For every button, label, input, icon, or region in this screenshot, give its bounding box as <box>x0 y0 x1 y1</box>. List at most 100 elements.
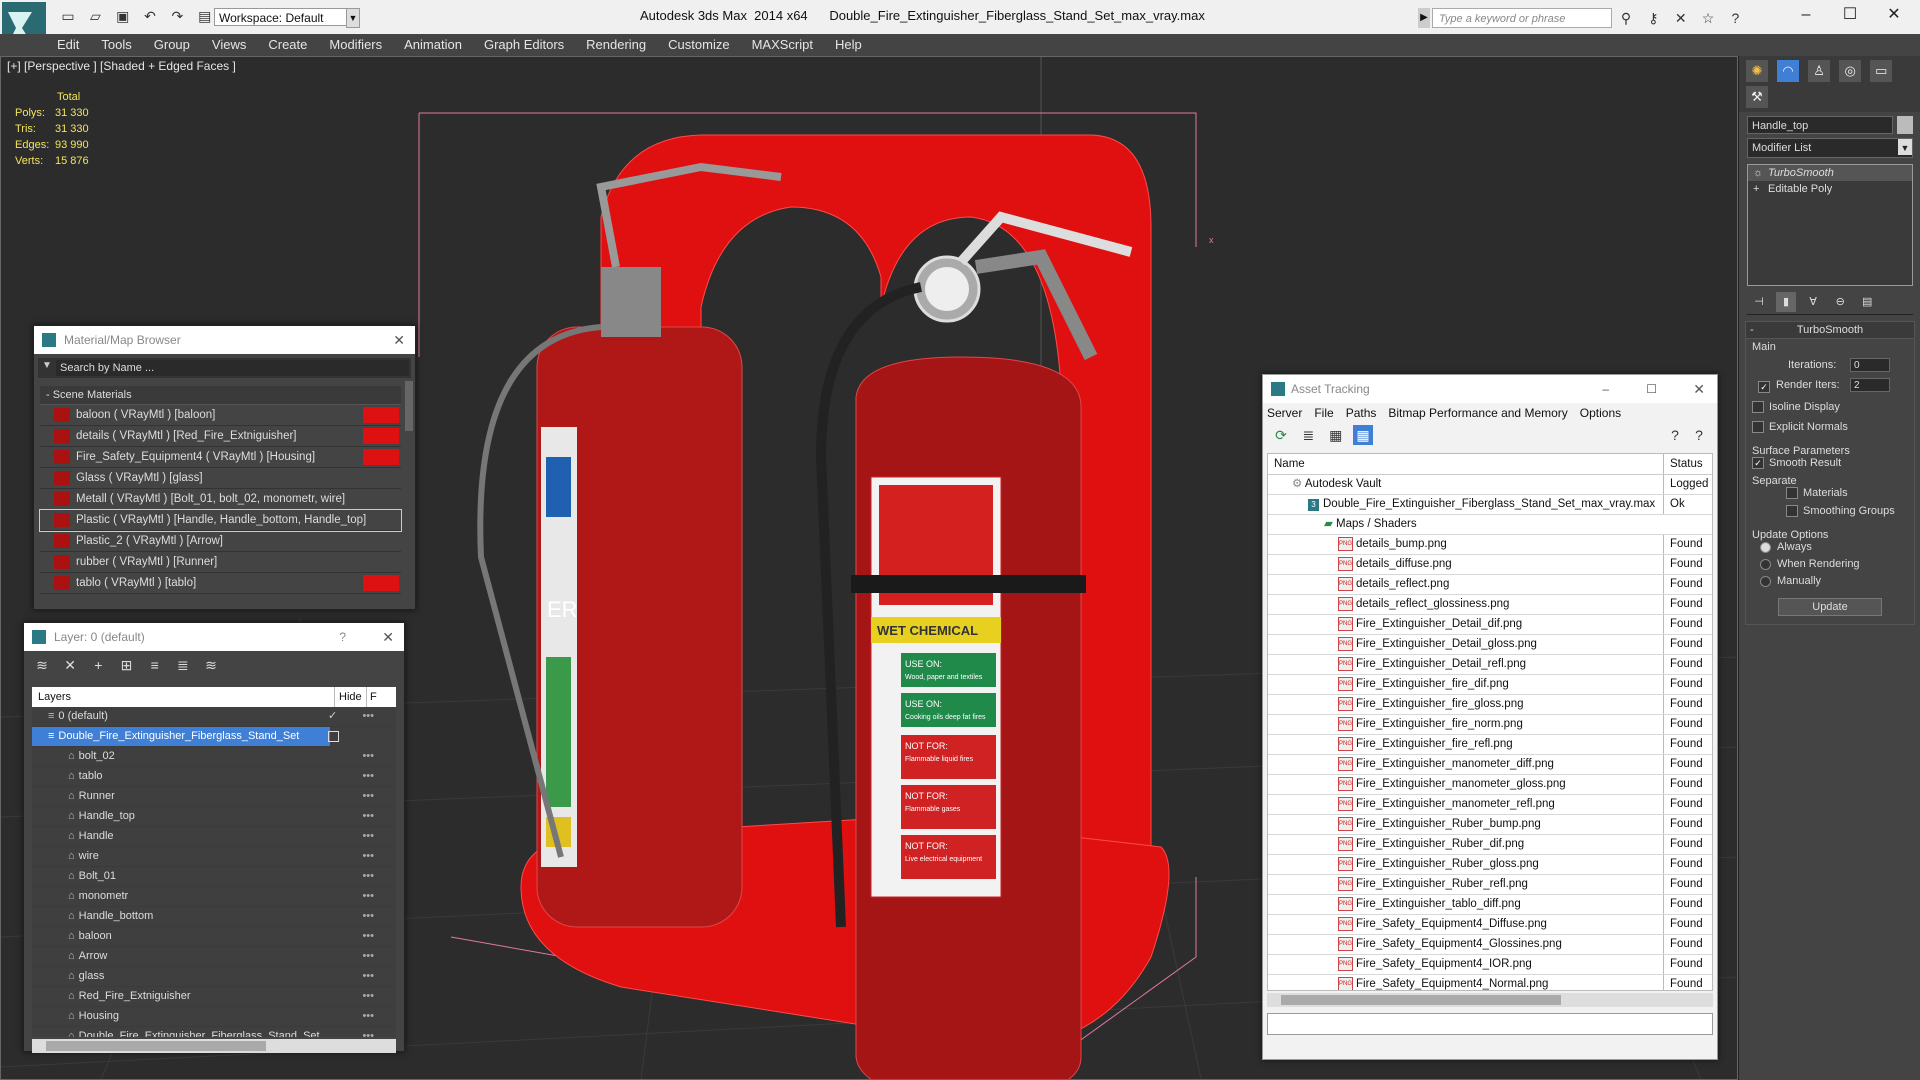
refresh-icon[interactable]: ⟳ <box>1271 425 1291 445</box>
iterations-spinner[interactable]: 0 <box>1850 358 1890 372</box>
menu-rendering[interactable]: Rendering <box>575 34 657 55</box>
hierarchy-tab-icon[interactable]: ♙ <box>1808 60 1831 82</box>
show-end-result-icon[interactable]: ▮ <box>1776 292 1797 312</box>
close-icon[interactable]: ✕ <box>1693 375 1705 403</box>
save-icon[interactable]: ▣ <box>113 6 133 26</box>
layer-object-row[interactable]: ⌂ Double_Fire_Extinguisher_Fiberglass_Sta… <box>32 1027 396 1037</box>
material-row[interactable]: Metall ( VRayMtl ) [Bolt_01, bolt_02, mo… <box>40 489 401 510</box>
asset-menu-server[interactable]: Server <box>1267 406 1302 420</box>
create-layer-icon[interactable]: + <box>88 655 108 675</box>
table-view-icon[interactable]: ▦ <box>1326 425 1346 445</box>
asset-row-vault[interactable]: ⚙ Autodesk Vault Logged C <box>1268 475 1712 495</box>
material-search-input[interactable]: Search by Name ... <box>56 360 409 376</box>
checkmark-icon[interactable]: ✓ <box>328 707 337 726</box>
hide-toggle[interactable]: ••• <box>362 1007 374 1026</box>
smooth-result-row[interactable]: ✓ Smooth Result <box>1752 457 1908 475</box>
asset-file-row[interactable]: PNG details_reflect_glossiness.png Found <box>1268 595 1712 615</box>
layer-hscrollbar[interactable] <box>32 1039 396 1053</box>
list-view-icon[interactable]: ≣ <box>1298 425 1318 445</box>
asset-file-row[interactable]: PNG Fire_Extinguisher_Ruber_refl.png Found <box>1268 875 1712 895</box>
asset-menu-bitmap-performance-and-memory[interactable]: Bitmap Performance and Memory <box>1388 406 1567 420</box>
column-name[interactable]: Name <box>1268 458 1305 470</box>
material-row[interactable]: Plastic ( VRayMtl ) [Handle, Handle_bott… <box>39 509 402 532</box>
modify-tab-icon[interactable]: ◠ <box>1777 60 1800 82</box>
workspace-dropdown[interactable]: Workspace: Default <box>214 8 356 26</box>
lightbulb-icon[interactable]: ☼ <box>1753 165 1763 181</box>
create-tab-icon[interactable]: ✺ <box>1746 60 1768 82</box>
always-row[interactable]: Always <box>1752 541 1908 558</box>
layer-object-row[interactable]: ⌂ wire ••• <box>32 847 396 867</box>
utilities-tab-icon[interactable]: ⚒ <box>1746 86 1768 108</box>
hide-toggle[interactable]: ••• <box>362 967 374 986</box>
hide-toggle[interactable]: ••• <box>362 987 374 1006</box>
context-help-icon[interactable]: ? <box>1689 425 1709 445</box>
menu-group[interactable]: Group <box>143 34 201 55</box>
hide-all-icon[interactable]: ≋ <box>201 655 221 675</box>
always-radio[interactable] <box>1760 541 1771 553</box>
render-iters-spinner[interactable]: 2 <box>1850 378 1890 392</box>
current-layer-icon[interactable] <box>328 731 339 742</box>
asset-file-row[interactable]: PNG Fire_Extinguisher_Ruber_gloss.png Foun… <box>1268 855 1712 875</box>
chevron-down-icon[interactable]: ▼ <box>1898 139 1912 155</box>
minimize-button[interactable]: – <box>1786 4 1826 26</box>
search-input[interactable]: Type a keyword or phrase <box>1432 8 1612 28</box>
menu-modifiers[interactable]: Modifiers <box>318 34 393 55</box>
display-tab-icon[interactable]: ▭ <box>1870 60 1893 82</box>
layer-object-row[interactable]: ⌂ tablo ••• <box>32 767 396 787</box>
layer-object-row[interactable]: ⌂ Handle_bottom ••• <box>32 907 396 927</box>
undo-icon[interactable]: ↶ <box>140 6 160 26</box>
project-folder-icon[interactable]: ▤ <box>195 6 215 26</box>
layer-object-row[interactable]: ⌂ Red_Fire_Extniguisher ••• <box>32 987 396 1007</box>
pin-stack-icon[interactable]: ⊣ <box>1749 292 1769 312</box>
menu-customize[interactable]: Customize <box>657 34 740 55</box>
asset-file-row[interactable]: PNG Fire_Extinguisher_fire_dif.png Found <box>1268 675 1712 695</box>
expand-icon[interactable]: + <box>1753 181 1759 197</box>
menu-tools[interactable]: Tools <box>90 34 142 55</box>
asset-menu-paths[interactable]: Paths <box>1346 406 1377 420</box>
layer-object-row[interactable]: ⌂ Handle_top ••• <box>32 807 396 827</box>
asset-file-row[interactable]: PNG Fire_Extinguisher_Detail_dif.png Found <box>1268 615 1712 635</box>
hide-toggle[interactable]: ••• <box>362 887 374 906</box>
asset-file-row[interactable]: PNG Fire_Extinguisher_manometer_diff.png F… <box>1268 755 1712 775</box>
menu-maxscript[interactable]: MAXScript <box>741 34 824 55</box>
layer-object-row[interactable]: ⌂ monometr ••• <box>32 887 396 907</box>
layer-object-row[interactable]: ⌂ Arrow ••• <box>32 947 396 967</box>
asset-file-row[interactable]: PNG Fire_Extinguisher_tablo_diff.png Found <box>1268 895 1712 915</box>
asset-file-row[interactable]: PNG Fire_Extinguisher_fire_norm.png Found <box>1268 715 1712 735</box>
hide-toggle[interactable]: ••• <box>362 1027 374 1037</box>
hide-toggle[interactable]: ••• <box>362 807 374 826</box>
layer-object-row[interactable]: ⌂ Bolt_01 ••• <box>32 867 396 887</box>
configure-sets-icon[interactable]: ▤ <box>1857 292 1877 312</box>
layer-select-icon[interactable]: ≋ <box>32 655 52 675</box>
when-rendering-radio[interactable] <box>1760 558 1771 570</box>
stack-item-turbosmooth[interactable]: ☼ TurboSmooth <box>1748 165 1912 181</box>
layer-explorer-titlebar[interactable]: Layer: 0 (default) ? ✕ <box>24 623 404 651</box>
object-color-swatch[interactable] <box>1897 116 1913 134</box>
menu-edit[interactable]: Edit <box>46 34 90 55</box>
hide-toggle[interactable]: ••• <box>362 867 374 886</box>
modifier-list-dropdown[interactable]: Modifier List ▼ <box>1747 138 1913 158</box>
layer-object-row[interactable]: ⌂ bolt_02 ••• <box>32 747 396 767</box>
material-row[interactable]: rubber ( VRayMtl ) [Runner] <box>40 552 401 573</box>
smoothing-groups-row[interactable]: Smoothing Groups <box>1752 505 1908 523</box>
column-layers[interactable]: Layers <box>32 691 71 703</box>
help-button[interactable]: ? <box>339 623 346 651</box>
open-file-icon[interactable]: ▱ <box>85 6 105 26</box>
help-icon[interactable]: ? <box>1725 8 1745 28</box>
hide-toggle[interactable]: ••• <box>362 947 374 966</box>
manually-radio[interactable] <box>1760 575 1771 587</box>
asset-file-row[interactable]: PNG details_bump.png Found <box>1268 535 1712 555</box>
delete-layer-icon[interactable]: ✕ <box>60 655 80 675</box>
layer-object-row[interactable]: ⌂ Runner ••• <box>32 787 396 807</box>
material-row[interactable]: Fire_Safety_Equipment4 ( VRayMtl ) [Hous… <box>40 447 401 468</box>
hide-toggle[interactable]: ••• <box>362 827 374 846</box>
smooth-result-checkbox[interactable]: ✓ <box>1752 457 1764 470</box>
asset-file-row[interactable]: PNG Fire_Extinguisher_Detail_refl.png Foun… <box>1268 655 1712 675</box>
menu-animation[interactable]: Animation <box>393 34 473 55</box>
maximize-button[interactable]: ☐ <box>1830 4 1870 26</box>
isoline-row[interactable]: Isoline Display <box>1752 401 1908 421</box>
asset-file-row[interactable]: PNG Fire_Safety_Equipment4_Normal.png Foun… <box>1268 975 1712 990</box>
materials-checkbox[interactable] <box>1786 487 1798 500</box>
chevron-down-icon[interactable]: ▼ <box>346 8 360 28</box>
asset-file-row[interactable]: PNG Fire_Safety_Equipment4_Glossines.png F… <box>1268 935 1712 955</box>
